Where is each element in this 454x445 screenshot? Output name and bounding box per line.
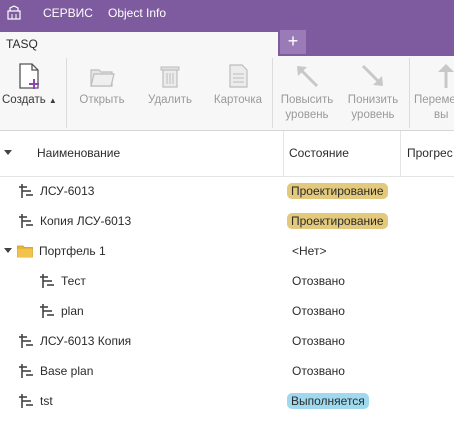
dropdown-arrow-icon: ▲	[48, 96, 57, 105]
raise-level-button[interactable]: Повысить уровень	[276, 56, 338, 130]
status-badge: Проектирование	[287, 213, 388, 229]
toolbar-separator	[66, 58, 67, 128]
open-label: Открыть	[79, 94, 125, 106]
row-name: Портфель 1	[39, 244, 106, 258]
status-badge: <Нет>	[292, 244, 327, 258]
collapse-all-icon[interactable]	[4, 150, 12, 155]
card-button[interactable]: Карточка	[208, 56, 268, 130]
row-name: ЛСУ-6013	[40, 184, 95, 198]
column-header-name[interactable]: Наименование	[37, 146, 120, 160]
arrow-up-left-icon	[297, 66, 319, 88]
column-header-progress[interactable]: Прогрес	[407, 146, 453, 160]
row-name: Копия ЛСУ-6013	[40, 214, 132, 228]
card-label: Карточка	[213, 94, 263, 106]
row-name: tst	[40, 394, 53, 408]
row-name: plan	[61, 304, 84, 318]
table-row[interactable]: Портфель 1 <Нет>	[0, 236, 454, 266]
menu-service[interactable]: СЕРВИС	[43, 6, 93, 20]
tab-tasq[interactable]: TASQ	[0, 32, 278, 56]
add-tab-button[interactable]: +	[280, 30, 306, 54]
table-row[interactable]: ЛСУ-6013 Проектирование	[0, 176, 454, 206]
table-row[interactable]: Копия ЛСУ-6013 Проектирование	[0, 206, 454, 236]
grid-header: Наименование Состояние Прогрес	[0, 131, 454, 177]
lower-level-label: Понизить уровень	[347, 94, 399, 121]
create-icon	[19, 63, 39, 89]
toolbar-separator	[272, 58, 273, 128]
arrow-down-right-icon	[361, 64, 383, 86]
open-button[interactable]: Открыть	[72, 56, 132, 130]
arrow-up-icon	[438, 64, 454, 88]
menu-object-info[interactable]: Object Info	[108, 6, 166, 20]
create-label: Создать ▲	[2, 94, 57, 106]
expand-collapse-icon[interactable]	[4, 248, 12, 253]
delete-label: Удалить	[148, 94, 192, 106]
ribbon-toolbar: Создать ▲ Открыть Удалить Карточка Повыс…	[0, 56, 454, 131]
folder-icon	[17, 243, 33, 259]
status-badge: Отозвано	[292, 274, 345, 288]
menubar: СЕРВИС Object Info	[0, 0, 454, 26]
row-name: Base plan	[40, 364, 94, 378]
status-badge: Выполняется	[287, 393, 369, 409]
column-divider[interactable]	[283, 131, 284, 176]
status-badge: Отозвано	[292, 304, 345, 318]
project-plan-icon	[39, 303, 55, 319]
column-header-state[interactable]: Состояние	[289, 146, 349, 160]
table-row[interactable]: Base plan Отозвано	[0, 356, 454, 386]
table-row[interactable]: Тест Отозвано	[0, 266, 454, 296]
document-card-icon	[229, 64, 248, 88]
project-plan-icon	[39, 273, 55, 289]
project-plan-icon	[18, 363, 34, 379]
row-name: ЛСУ-6013 Копия	[40, 334, 132, 348]
tab-label: TASQ	[6, 37, 38, 51]
table-row[interactable]: plan Отозвано	[0, 296, 454, 326]
project-plan-icon	[18, 213, 34, 229]
project-plan-icon	[18, 393, 34, 409]
project-plan-icon	[18, 183, 34, 199]
tab-strip: TASQ	[0, 26, 454, 56]
status-badge: Отозвано	[292, 364, 345, 378]
delete-button[interactable]: Удалить	[140, 56, 200, 130]
move-up-label: Переме вы	[414, 94, 454, 121]
column-divider[interactable]	[400, 131, 401, 176]
create-button[interactable]: Создать ▲	[0, 56, 60, 130]
trash-icon	[160, 66, 180, 88]
project-plan-icon	[18, 333, 34, 349]
toolbar-separator	[409, 58, 410, 128]
table-row[interactable]: tst Выполняется	[0, 386, 454, 416]
lower-level-button[interactable]: Понизить уровень	[342, 56, 404, 130]
row-name: Тест	[61, 274, 86, 288]
folder-open-icon	[90, 69, 115, 87]
raise-level-label: Повысить уровень	[280, 94, 334, 121]
move-up-button[interactable]: Переме вы	[412, 56, 454, 130]
app-logo-icon[interactable]	[6, 5, 22, 21]
status-badge: Проектирование	[287, 183, 388, 199]
table-row[interactable]: ЛСУ-6013 Копия Отозвано	[0, 326, 454, 356]
status-badge: Отозвано	[292, 334, 345, 348]
